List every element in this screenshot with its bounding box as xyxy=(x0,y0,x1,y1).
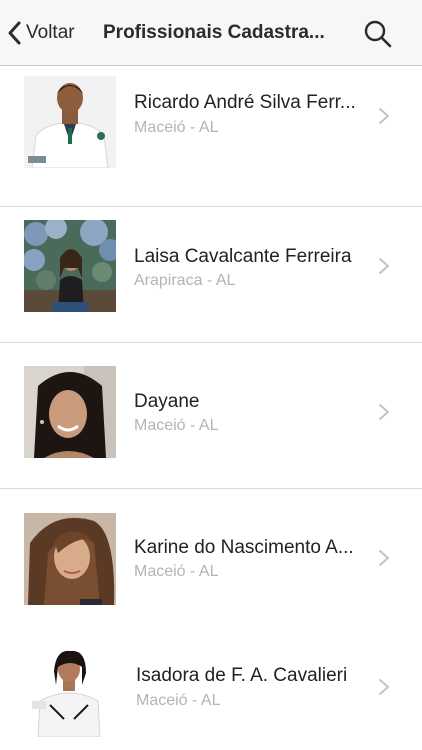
avatar xyxy=(30,645,108,737)
professional-name: Ricardo André Silva Ferr... xyxy=(134,92,356,113)
avatar xyxy=(24,220,116,312)
professional-name: Laisa Cavalcante Ferreira xyxy=(134,246,352,267)
screen: Voltar Profissionais Cadastra... Ricardo… xyxy=(0,0,422,750)
professional-city: Maceió - AL xyxy=(134,119,219,136)
professional-city: Maceió - AL xyxy=(134,417,219,434)
professional-name: Karine do Nascimento A... xyxy=(134,537,354,558)
chevron-right-icon xyxy=(379,550,389,566)
avatar xyxy=(24,76,116,168)
avatar xyxy=(24,366,116,458)
list-item[interactable]: Laisa Cavalcante Ferreira Arapiraca - AL xyxy=(0,197,422,343)
search-icon xyxy=(364,20,392,48)
avatar xyxy=(24,513,116,605)
chevron-left-icon xyxy=(8,21,21,45)
list-item[interactable]: Karine do Nascimento A... Maceió - AL xyxy=(0,489,422,635)
chevron-right-icon xyxy=(379,258,389,274)
professional-city: Maceió - AL xyxy=(134,563,219,580)
professional-city: Maceió - AL xyxy=(136,692,221,709)
page-title: Profissionais Cadastra... xyxy=(103,22,325,43)
list-item[interactable]: Isadora de F. A. Cavalieri Maceió - AL xyxy=(0,635,422,750)
list-item[interactable]: Ricardo André Silva Ferr... Maceió - AL xyxy=(0,61,422,207)
professional-name: Isadora de F. A. Cavalieri xyxy=(136,665,348,686)
professional-name: Dayane xyxy=(134,391,200,412)
list-item[interactable]: Dayane Maceió - AL xyxy=(0,343,422,489)
chevron-right-icon xyxy=(379,404,389,420)
back-label: Voltar xyxy=(26,22,75,43)
professional-city: Arapiraca - AL xyxy=(134,272,236,289)
chevron-right-icon xyxy=(379,108,389,124)
search-button[interactable] xyxy=(362,18,394,50)
back-button[interactable]: Voltar xyxy=(6,14,75,52)
nav-bar: Voltar Profissionais Cadastra... xyxy=(0,0,422,66)
chevron-right-icon xyxy=(379,679,389,695)
